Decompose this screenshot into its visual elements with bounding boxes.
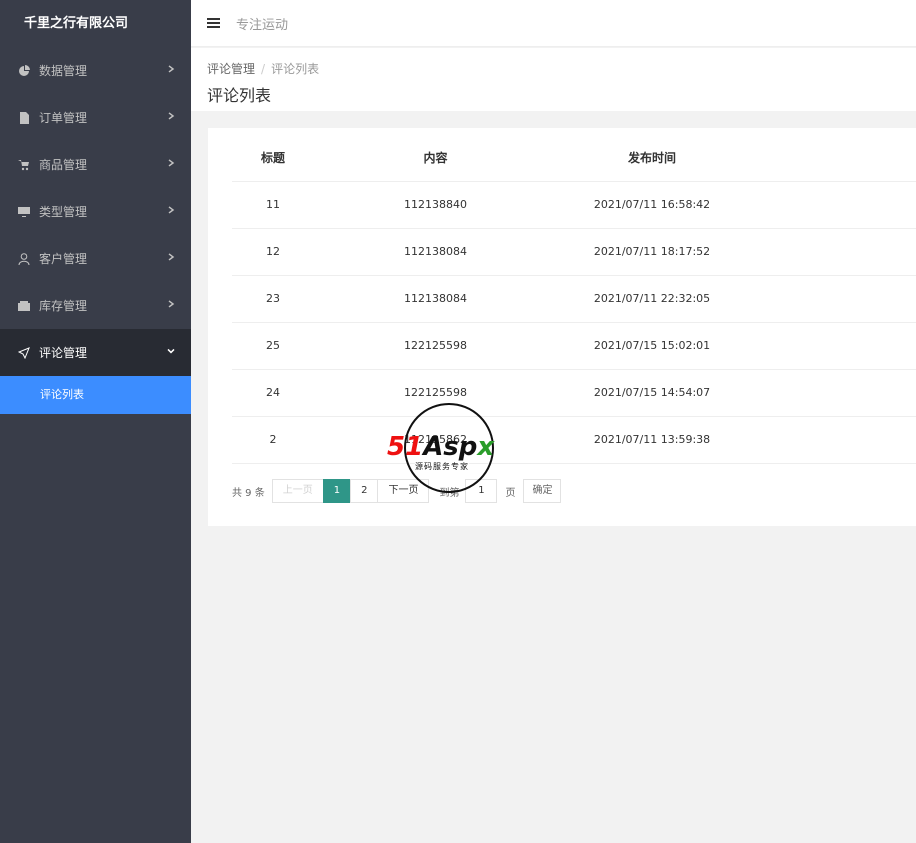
monitor-icon bbox=[17, 205, 31, 219]
chevron-right-icon bbox=[167, 205, 175, 216]
cart-icon bbox=[17, 158, 31, 172]
sidebar-item-comments[interactable]: 评论管理 bbox=[0, 329, 191, 376]
table-header-row: 标题 内容 发布时间 bbox=[232, 135, 916, 182]
comment-list-card: 标题 内容 发布时间 11 112138840 2021/07/11 16:58… bbox=[208, 128, 916, 526]
cell-time: 2021/07/11 13:59:38 bbox=[557, 416, 747, 464]
chevron-down-icon bbox=[167, 346, 175, 357]
cell-content: 112138084 bbox=[314, 275, 557, 323]
column-header-extra bbox=[747, 135, 916, 182]
watermark-tagline: 源码服务专家 bbox=[415, 461, 469, 472]
cell-time: 2021/07/15 15:02:01 bbox=[557, 322, 747, 370]
cell-content: 112138840 bbox=[314, 181, 557, 229]
sidebar-item-inventory[interactable]: 库存管理 bbox=[0, 282, 191, 329]
cell-time: 2021/07/11 22:32:05 bbox=[557, 275, 747, 323]
wallet-icon bbox=[17, 299, 31, 313]
sidebar-item-orders[interactable]: 订单管理 bbox=[0, 94, 191, 141]
sidebar: 千里之行有限公司 数据管理 订单管理 商品管理 类型管理 客户管理 库存管理 评… bbox=[0, 0, 191, 843]
header-title: 专注运动 bbox=[236, 17, 289, 33]
sidebar-item-products[interactable]: 商品管理 bbox=[0, 141, 191, 188]
sidebar-item-customers[interactable]: 客户管理 bbox=[0, 235, 191, 282]
pagination-total: 共 9 条 bbox=[232, 487, 265, 499]
table-row: 23 112138084 2021/07/11 22:32:05 店 bbox=[232, 275, 916, 323]
cell-title: 25 bbox=[232, 322, 314, 370]
cell-extra bbox=[747, 322, 916, 370]
chevron-right-icon bbox=[167, 158, 175, 169]
page-button[interactable]: 1 bbox=[322, 479, 352, 503]
cell-time: 2021/07/11 18:17:52 bbox=[557, 228, 747, 276]
top-header: 专注运动 bbox=[191, 0, 916, 47]
column-header-time: 发布时间 bbox=[557, 135, 747, 182]
send-icon bbox=[17, 346, 31, 360]
table-row: 12 112138084 2021/07/11 18:17:52 bbox=[232, 228, 916, 276]
cell-extra bbox=[747, 416, 916, 464]
sidebar-item-label: 订单管理 bbox=[39, 111, 88, 125]
watermark-logo: 51Aspx 源码服务专家 bbox=[387, 403, 511, 493]
cell-extra bbox=[747, 228, 916, 276]
cell-extra bbox=[747, 369, 916, 417]
breadcrumb-current: 评论列表 bbox=[271, 62, 320, 76]
breadcrumb-parent[interactable]: 评论管理 bbox=[207, 62, 255, 76]
cell-title: 2 bbox=[232, 416, 314, 464]
column-header-title: 标题 bbox=[232, 135, 314, 182]
cell-title: 24 bbox=[232, 369, 314, 417]
watermark-brand: 51Aspx bbox=[387, 432, 495, 462]
cell-title: 11 bbox=[232, 181, 314, 229]
chevron-right-icon bbox=[167, 111, 175, 122]
sidebar-item-data[interactable]: 数据管理 bbox=[0, 47, 191, 94]
cell-time: 2021/07/11 16:58:42 bbox=[557, 181, 747, 229]
cell-extra bbox=[747, 181, 916, 229]
table-row: 25 122125598 2021/07/15 15:02:01 bbox=[232, 322, 916, 370]
menu-toggle-icon[interactable] bbox=[207, 18, 220, 28]
table-row: 24 122125598 2021/07/15 14:54:07 bbox=[232, 369, 916, 417]
sidebar-item-label: 库存管理 bbox=[39, 299, 88, 313]
chevron-right-icon bbox=[167, 252, 175, 263]
sidebar-subnav: 评论列表 bbox=[0, 376, 191, 414]
document-icon bbox=[17, 111, 31, 125]
sidebar-item-label: 数据管理 bbox=[39, 64, 88, 78]
chevron-right-icon bbox=[167, 64, 175, 75]
table-row: 11 112138840 2021/07/11 16:58:42 bbox=[232, 181, 916, 229]
user-icon bbox=[17, 252, 31, 266]
sidebar-subitem-comment-list[interactable]: 评论列表 bbox=[0, 376, 191, 414]
sidebar-item-label: 评论管理 bbox=[39, 346, 88, 360]
column-header-content: 内容 bbox=[314, 135, 557, 182]
cell-content: 122125598 bbox=[314, 322, 557, 370]
comment-table: 标题 内容 发布时间 11 112138840 2021/07/11 16:58… bbox=[232, 135, 916, 464]
page-button[interactable]: 2 bbox=[350, 479, 379, 503]
breadcrumb: 评论管理 / 评论列表 bbox=[207, 60, 916, 77]
cell-title: 12 bbox=[232, 228, 314, 276]
cell-time: 2021/07/15 14:54:07 bbox=[557, 369, 747, 417]
breadcrumb-separator: / bbox=[261, 62, 266, 76]
table-row: 2 112135862 2021/07/11 13:59:38 bbox=[232, 416, 916, 464]
sidebar-item-label: 客户管理 bbox=[39, 252, 88, 266]
cell-extra: 店 bbox=[747, 275, 916, 323]
page-title: 评论列表 bbox=[207, 86, 272, 105]
sidebar-item-types[interactable]: 类型管理 bbox=[0, 188, 191, 235]
sidebar-item-label: 商品管理 bbox=[39, 158, 88, 172]
app-logo: 千里之行有限公司 bbox=[24, 16, 129, 31]
cell-title: 23 bbox=[232, 275, 314, 323]
goto-confirm-button[interactable]: 确定 bbox=[523, 479, 562, 503]
pie-chart-icon bbox=[17, 64, 31, 78]
sidebar-item-label: 类型管理 bbox=[39, 205, 88, 219]
chevron-right-icon bbox=[167, 299, 175, 310]
breadcrumb-area: 评论管理 / 评论列表 评论列表 bbox=[191, 48, 916, 111]
cell-content: 112138084 bbox=[314, 228, 557, 276]
prev-page-button[interactable]: 上一页 bbox=[271, 479, 324, 503]
